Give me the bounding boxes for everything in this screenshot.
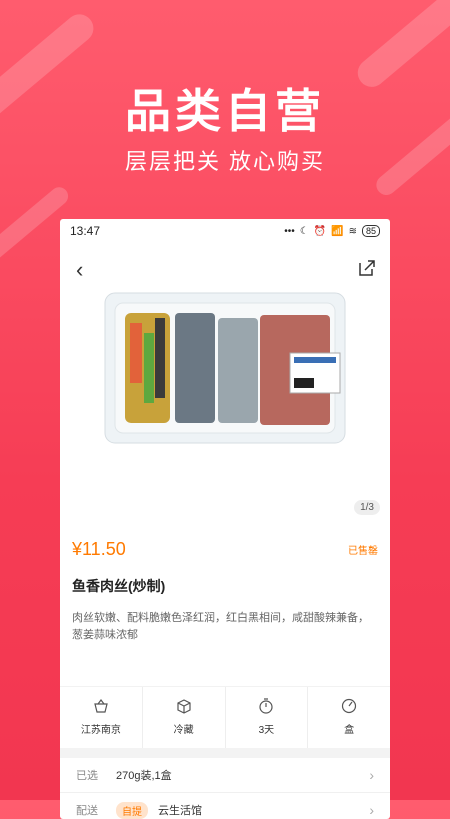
attribute-shelf-life: 3天 (226, 687, 309, 748)
dots-icon: ••• (284, 225, 295, 237)
alarm-icon: ⏰ (313, 225, 327, 237)
attribute-label: 盒 (344, 725, 355, 736)
hero-subtitle: 层层把关 放心购买 (124, 149, 326, 174)
signal-icon: 📶 (331, 225, 344, 237)
hero-title: 品类自营 (125, 85, 325, 137)
selected-key: 已选 (76, 770, 98, 782)
selected-value: 270g装,1盒 (116, 770, 172, 782)
attribute-label: 江苏南京 (80, 725, 121, 736)
sold-out-badge: 已售罄 (348, 546, 378, 557)
product-description: 肉丝软嫩、配料脆嫩色泽红润，红白黑相间，咸甜酸辣兼备，葱姜蒜味浓郁 (72, 612, 369, 641)
attribute-origin: 江苏南京 (60, 687, 143, 748)
selected-spec-row[interactable]: 已选 270g装,1盒 › (60, 758, 390, 793)
section-divider (60, 748, 390, 758)
price-row: ¥11.50 已售罄 (60, 525, 390, 560)
product-image (104, 292, 346, 444)
status-time: 13:47 (70, 224, 101, 238)
product-price: ¥11.50 (72, 539, 126, 559)
chevron-right-icon: › (369, 802, 374, 818)
status-bar: 13:47 ••• ☾ ⏰ 📶 ≋ 85 (60, 219, 390, 243)
product-gallery[interactable]: ‹ 1/3 (60, 243, 390, 525)
attribute-label: 冷藏 (173, 725, 194, 736)
share-icon[interactable] (358, 259, 376, 282)
moon-icon: ☾ (299, 225, 309, 237)
delivery-value: 云生活馆 (158, 805, 202, 817)
delivery-row[interactable]: 配送 自提 云生活馆 › (60, 793, 390, 819)
basket-icon (60, 695, 142, 717)
battery-indicator: 85 (361, 225, 380, 237)
delivery-key: 配送 (76, 805, 98, 817)
attribute-label: 3天 (258, 725, 275, 736)
attribute-storage: 冷藏 (143, 687, 226, 748)
attribute-unit: 盒 (308, 687, 390, 748)
product-name: 鱼香肉丝(炒制) (72, 578, 166, 594)
chevron-right-icon: › (369, 767, 374, 783)
image-counter: 1/3 (354, 500, 380, 515)
wifi-icon: ≋ (348, 225, 357, 237)
phone-screen: 13:47 ••• ☾ ⏰ 📶 ≋ 85 ‹ 1/3 ¥11.50 已售罄 鱼香… (60, 219, 390, 819)
back-arrow-icon[interactable]: ‹ (76, 257, 83, 283)
attribute-bar: 江苏南京 冷藏 3天 盒 (60, 686, 390, 748)
delivery-tag: 自提 (116, 801, 148, 819)
gauge-icon (308, 695, 390, 717)
timer-icon (226, 695, 308, 717)
box-icon (143, 695, 225, 717)
